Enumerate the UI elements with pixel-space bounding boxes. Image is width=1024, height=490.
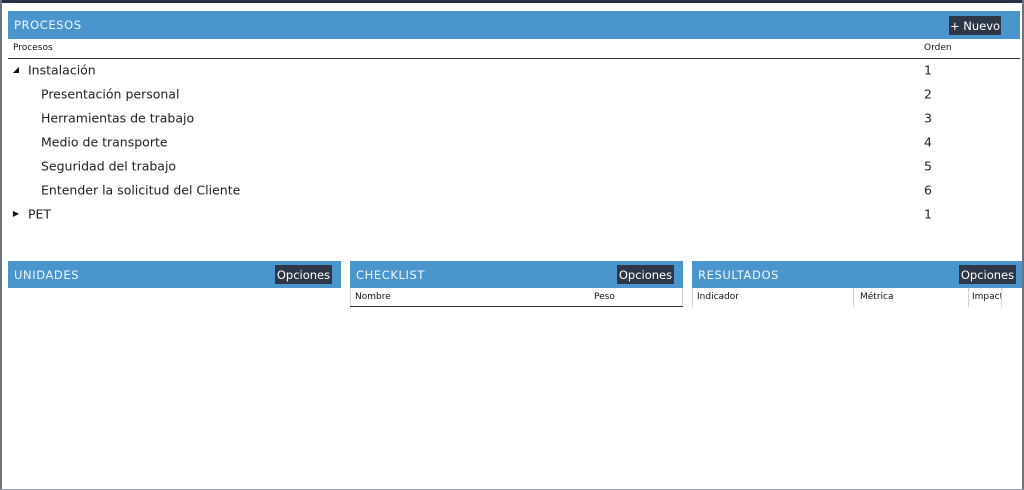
procesos-row-order: 1 <box>924 62 932 78</box>
procesos-row[interactable]: ▶ PET 1 <box>8 202 1020 226</box>
unidades-header: UNIDADES Opciones <box>8 261 341 288</box>
checklist-header: CHECKLIST Opciones <box>350 261 683 288</box>
window-top-border <box>0 0 1024 3</box>
procesos-row-label: PET <box>28 206 52 222</box>
resultados-options-button[interactable]: Opciones <box>959 265 1016 284</box>
column-header-indicador[interactable]: Indicador <box>697 292 739 302</box>
procesos-row[interactable]: Medio de transporte 4 <box>8 130 1020 154</box>
procesos-row-order: 6 <box>924 182 932 198</box>
collapsed-triangle-icon[interactable]: ▶ <box>11 209 21 219</box>
procesos-row[interactable]: Herramientas de trabajo 3 <box>8 106 1020 130</box>
procesos-row[interactable]: Seguridad del trabajo 5 <box>8 154 1020 178</box>
procesos-header: PROCESOS + Nuevo <box>8 11 1020 39</box>
resultados-title: RESULTADOS <box>698 267 780 282</box>
procesos-row[interactable]: Presentación personal 2 <box>8 82 1020 106</box>
procesos-row-label: Entender la solicitud del Cliente <box>41 182 241 198</box>
procesos-row-order: 1 <box>924 206 932 222</box>
procesos-row-order: 4 <box>924 134 932 150</box>
unidades-options-button[interactable]: Opciones <box>275 265 332 284</box>
procesos-row-order: 3 <box>924 110 932 126</box>
new-proceso-button[interactable]: + Nuevo <box>949 16 1001 35</box>
checklist-left-edge <box>350 288 351 307</box>
impact-header-clip: Impact <box>972 288 1001 306</box>
procesos-row-label: Presentación personal <box>41 86 180 102</box>
column-header-procesos[interactable]: Procesos <box>13 43 53 53</box>
checklist-header-rule <box>350 306 683 307</box>
procesos-row-order: 2 <box>924 86 932 102</box>
checklist-right-edge <box>682 288 683 307</box>
procesos-row[interactable]: Entender la solicitud del Cliente 6 <box>8 178 1020 202</box>
resultados-left-edge <box>692 288 693 307</box>
procesos-row-label: Medio de transporte <box>41 134 168 150</box>
column-header-impacto[interactable]: Impact <box>972 292 1001 302</box>
procesos-row-label: Herramientas de trabajo <box>41 110 195 126</box>
unidades-title: UNIDADES <box>14 267 80 282</box>
procesos-title: PROCESOS <box>14 18 82 32</box>
procesos-row-label: Instalación <box>28 62 96 78</box>
resultados-col-sep-2 <box>968 288 969 307</box>
procesos-row-label: Seguridad del trabajo <box>41 158 177 174</box>
expanded-triangle-icon[interactable]: ◢ <box>11 65 21 75</box>
column-header-metrica[interactable]: Métrica <box>860 292 894 302</box>
resultados-header: RESULTADOS Opciones <box>692 261 1022 288</box>
checklist-title: CHECKLIST <box>356 267 426 282</box>
column-header-peso[interactable]: Peso <box>594 292 615 302</box>
procesos-row-order: 5 <box>924 158 932 174</box>
column-header-nombre[interactable]: Nombre <box>355 292 391 302</box>
resultados-col-sep-1 <box>853 288 854 307</box>
column-header-orden[interactable]: Orden <box>924 43 952 53</box>
window-left-border <box>0 0 2 490</box>
procesos-row[interactable]: ◢ Instalación 1 <box>8 58 1020 82</box>
resultados-col-sep-3 <box>1001 288 1002 307</box>
checklist-options-button[interactable]: Opciones <box>617 265 674 284</box>
